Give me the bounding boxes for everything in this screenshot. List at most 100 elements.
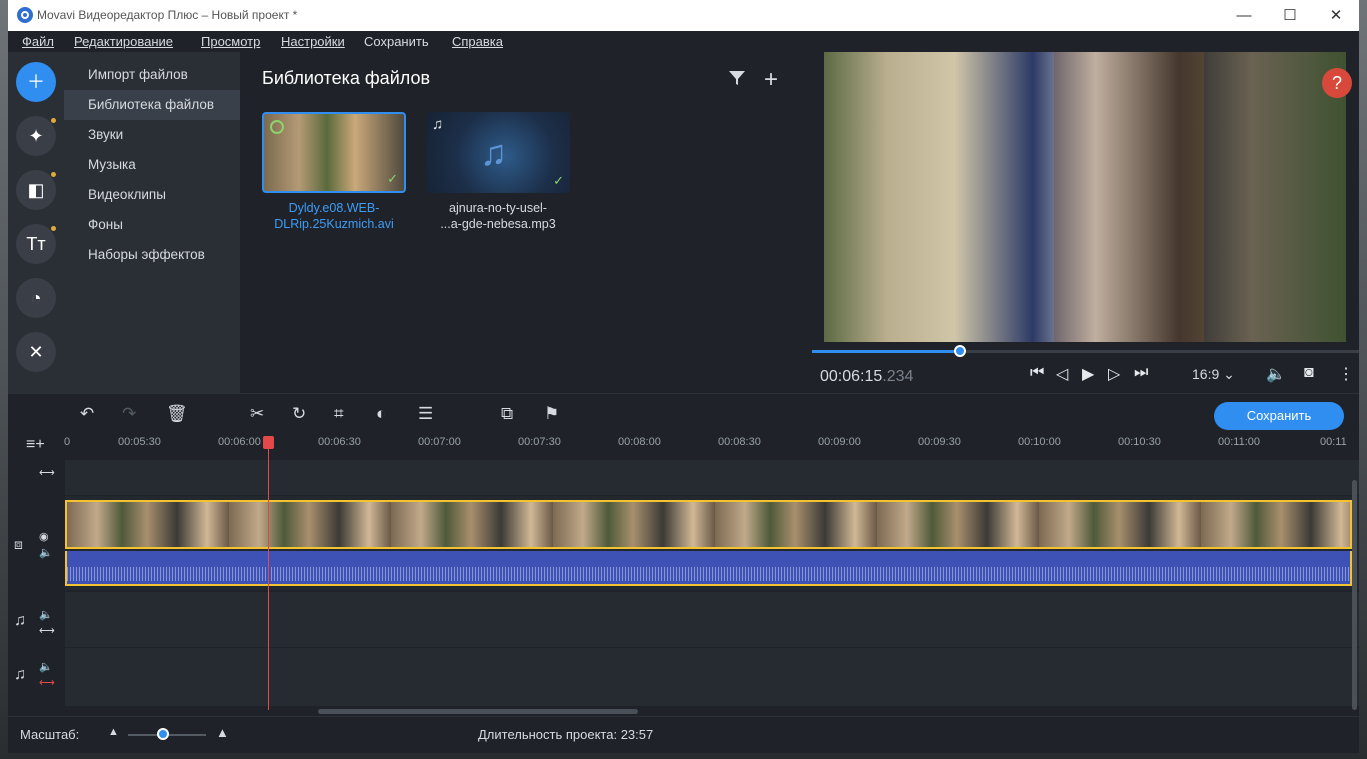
zoom-in-icon[interactable]: ▲	[216, 725, 229, 740]
add-file-icon[interactable]: +	[764, 66, 778, 94]
video-file-thumbnail[interactable]: ✓	[262, 112, 406, 193]
status-bar: Масштаб: ▲ ▲ Длительность проекта: 23:57	[8, 716, 1359, 753]
rotate-icon[interactable]: ↻	[292, 404, 306, 424]
more-options-icon[interactable]: ⋮	[1338, 364, 1354, 384]
crop-icon[interactable]: ⌗	[334, 404, 344, 424]
visibility-eye-icon[interactable]: ◉	[39, 530, 49, 543]
previous-frame-icon[interactable]: ◁	[1056, 364, 1068, 384]
new-badge-dot	[51, 118, 56, 123]
close-icon[interactable]: ✕	[1313, 0, 1359, 31]
mute-speaker-icon[interactable]: 🔈	[39, 546, 53, 559]
nav-effect-sets[interactable]: Наборы эффектов	[64, 240, 240, 270]
nav-backgrounds[interactable]: Фоны	[64, 210, 240, 240]
next-frame-icon[interactable]: ▷	[1108, 364, 1120, 384]
save-button[interactable]: Сохранить	[1214, 402, 1344, 430]
stickers-icon[interactable]: ◔	[16, 278, 56, 318]
movavi-logo-icon	[17, 7, 33, 23]
tool-rail: ＋ ✦ ◧ Tт ◔ ✕	[8, 52, 64, 393]
play-icon[interactable]: ▶	[1082, 364, 1094, 384]
maximize-icon[interactable]: ☐	[1267, 0, 1313, 31]
audio-track-2[interactable]	[65, 648, 1359, 706]
timeline-vertical-scrollbar[interactable]	[1352, 480, 1357, 710]
link-icon[interactable]: ⟷	[39, 624, 55, 637]
add-track-icon[interactable]: ≡+	[26, 436, 45, 454]
transitions-icon[interactable]: ◧	[16, 170, 56, 210]
color-adjust-icon[interactable]: ◐	[376, 404, 386, 424]
nav-videoclips[interactable]: Видеоклипы	[64, 180, 240, 210]
zoom-label: Масштаб:	[20, 727, 80, 742]
mute-speaker-icon[interactable]: 🔈	[39, 660, 53, 673]
aspect-ratio-select[interactable]: 16:9 ⌄	[1192, 366, 1235, 383]
ruler-tick: 00:05:30	[118, 436, 161, 448]
link-icon[interactable]: ⟷	[39, 466, 55, 479]
skip-to-start-icon[interactable]: ⏮	[1030, 364, 1044, 382]
nav-file-library[interactable]: Библиотека файлов	[64, 90, 240, 120]
menu-settings[interactable]: Настройки	[281, 34, 345, 49]
video-clip[interactable]	[65, 500, 1352, 549]
help-button[interactable]: ?	[1322, 68, 1352, 98]
title-track-header: ⟷	[8, 460, 65, 495]
minimize-icon[interactable]: —	[1221, 0, 1267, 31]
video-clip-audio[interactable]	[65, 551, 1352, 586]
nav-music[interactable]: Музыка	[64, 150, 240, 180]
ruler-tick: 00:07:00	[418, 436, 461, 448]
playback-handle[interactable]	[953, 345, 966, 357]
audio-track-1[interactable]	[65, 592, 1359, 647]
title-track[interactable]	[65, 460, 1359, 495]
titles-icon[interactable]: Tт	[16, 224, 56, 264]
ruler-tick: 00:08:00	[618, 436, 661, 448]
checkmark-icon: ✓	[387, 171, 398, 186]
music-note-icon: ♫	[14, 666, 26, 683]
volume-icon[interactable]: 🔈	[1266, 364, 1286, 384]
nav-sounds[interactable]: Звуки	[64, 120, 240, 150]
project-duration: Длительность проекта: 23:57	[478, 727, 654, 742]
overlay-icon[interactable]: ⧉	[501, 404, 513, 424]
timeline-ruler[interactable]: ≡+ 0 00:05:30 00:06:00 00:06:30 00:07:00…	[8, 434, 1359, 460]
filters-wand-icon[interactable]: ✦	[16, 116, 56, 156]
video-file-name[interactable]: Dyldy.e08.WEB- DLRip.25Kuzmich.avi	[259, 200, 409, 232]
filter-icon[interactable]	[727, 68, 747, 88]
ruler-tick: 00:08:30	[718, 436, 761, 448]
snapshot-camera-icon[interactable]: ◙	[1304, 364, 1314, 382]
video-type-icon	[270, 120, 284, 134]
music-note-icon: ♫	[432, 116, 444, 133]
import-icon[interactable]: ＋	[16, 62, 56, 102]
ruler-tick: 00:11:00	[1218, 436, 1261, 448]
zoom-out-icon[interactable]: ▲	[108, 726, 119, 738]
video-track-icon: ⧈	[14, 536, 23, 552]
marker-flag-icon[interactable]: ⚑	[544, 404, 559, 424]
audio-file-thumbnail[interactable]: ♫ ♫ ✓	[426, 112, 570, 193]
nav-import-files[interactable]: Импорт файлов	[64, 60, 240, 90]
clip-properties-icon[interactable]: ☰	[418, 404, 433, 424]
timecode: 00:06:15.234	[820, 368, 914, 385]
title-bar: Movavi Видеоредактор Плюс – Новый проект…	[8, 0, 1359, 31]
video-preview[interactable]: ?	[824, 52, 1352, 342]
redo-icon[interactable]: ↷	[122, 404, 136, 424]
timeline-horizontal-scrollbar[interactable]	[318, 709, 638, 714]
more-tools-icon[interactable]: ✕	[16, 332, 56, 372]
undo-icon[interactable]: ↶	[80, 404, 94, 424]
menu-help[interactable]: Справка	[452, 34, 503, 49]
cut-scissors-icon[interactable]: ✂	[250, 404, 264, 424]
video-track-header: ◉ 🔈 ⧈	[8, 496, 65, 590]
menu-save[interactable]: Сохранить	[364, 34, 429, 49]
video-frame-detail	[1054, 52, 1204, 342]
ruler-tick: 00:10:30	[1118, 436, 1161, 448]
ruler-tick: 00:07:30	[518, 436, 561, 448]
zoom-slider-handle[interactable]	[157, 728, 169, 740]
menu-edit[interactable]: Редактирование	[74, 34, 173, 49]
delete-trash-icon[interactable]: 🗑	[166, 404, 188, 424]
library-title: Библиотека файлов	[262, 68, 431, 88]
menu-file[interactable]: Файл	[22, 34, 54, 49]
ruler-tick: 00:10:00	[1018, 436, 1061, 448]
ruler-tick: 00:06:00	[218, 436, 261, 448]
playhead[interactable]	[268, 436, 269, 710]
skip-to-end-icon[interactable]: ⏭	[1134, 364, 1148, 382]
unlink-icon[interactable]: ⟷	[39, 676, 55, 689]
music-note-icon: ♫	[14, 612, 26, 629]
menu-view[interactable]: Просмотр	[201, 34, 260, 49]
audio-file-name[interactable]: ajnura-no-ty-usel- ...a-gde-nebesa.mp3	[423, 200, 573, 232]
preview-panel: ? 00:06:15.234 ⏮ ◁ ▶ ▷ ⏭ 16:9 ⌄ 🔈 ◙ ⋮	[812, 52, 1359, 393]
mute-speaker-icon[interactable]: 🔈	[39, 608, 53, 621]
playhead-handle[interactable]	[263, 436, 274, 449]
